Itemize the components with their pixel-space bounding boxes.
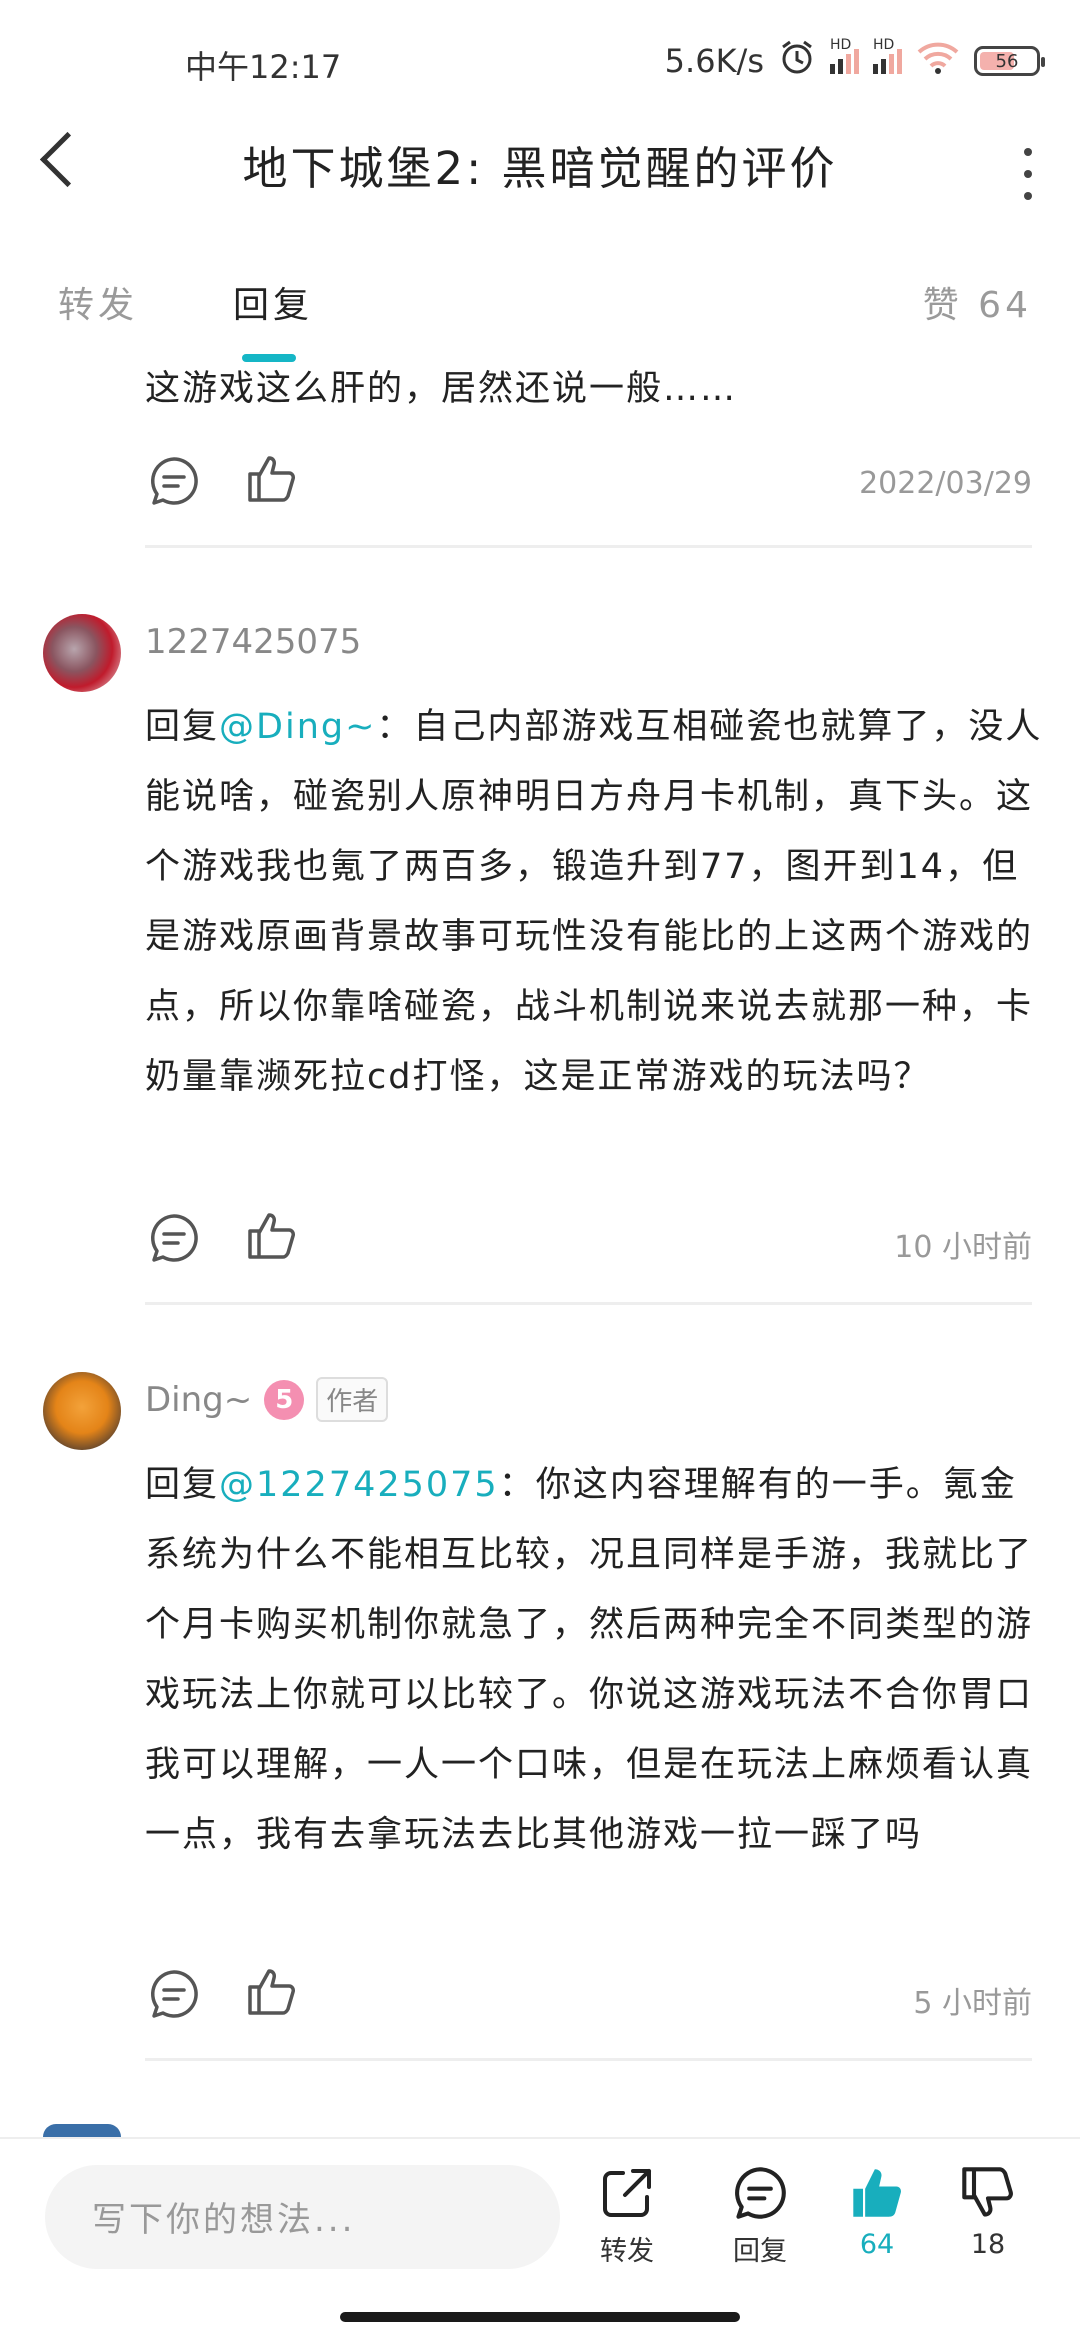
username[interactable]: Ding~ (145, 1380, 252, 1420)
comment-text: 回复@Ding~：自己内部游戏互相碰瓷也就算了，没人能说啥，碰瓷别人原神明日方舟… (145, 692, 1045, 1112)
comment-time: 5 小时前 (913, 1986, 1032, 2021)
reply-button[interactable]: 回复 (710, 2165, 810, 2268)
dislike-button[interactable]: 18 (938, 2165, 1038, 2260)
more-icon[interactable] (1024, 148, 1032, 214)
forward-label: 转发 (600, 2236, 654, 2267)
avatar[interactable] (43, 614, 121, 692)
reply-icon[interactable] (148, 455, 200, 507)
comment-body: ：自己内部游戏互相碰瓷也就算了，没人能说啥，碰瓷别人原神明日方舟月卡机制，真下头… (145, 707, 1043, 1097)
share-icon (599, 2169, 655, 2225)
battery-level: 56 (995, 50, 1019, 72)
thumbs-down-icon (960, 2167, 1016, 2225)
hd-label: HD (830, 36, 852, 53)
user-row: Ding~ 5 作者 (145, 1377, 389, 1422)
comment-time: 10 小时前 (894, 1230, 1032, 1265)
divider (145, 2058, 1032, 2061)
page-title: 地下城堡2: 黑暗觉醒的评价 (242, 142, 838, 195)
comment-input-placeholder: 写下你的想法... (92, 2200, 356, 2240)
status-indicators: 5.6K/s HD HD 56 (664, 37, 1045, 84)
reply-icon[interactable] (148, 1212, 200, 1264)
divider (145, 1302, 1032, 1305)
level-badge: 5 (264, 1379, 305, 1420)
like-icon[interactable] (246, 452, 298, 504)
status-time: 中午12:17 (185, 48, 342, 86)
home-indicator[interactable] (340, 2312, 740, 2322)
username[interactable]: 1227425075 (145, 622, 361, 662)
comment-text: 这游戏这么肝的，居然还说一般…… (145, 369, 738, 409)
wifi-icon (916, 40, 960, 82)
comment-body: ：你这内容理解有的一手。氪金系统为什么不能相互比较，况且同样是手游，我就比了个月… (145, 1465, 1034, 1855)
network-speed: 5.6K/s (664, 42, 764, 80)
mention-link[interactable]: @Ding~ (219, 707, 376, 747)
mention-link[interactable]: @1227425075 (219, 1465, 499, 1505)
alarm-icon (778, 38, 816, 84)
forward-button[interactable]: 转发 (577, 2165, 677, 2268)
cellular-signal-icon-2: HD (873, 37, 902, 74)
reply-prefix: 回复 (145, 707, 220, 747)
reply-icon[interactable] (148, 1968, 200, 2020)
like-icon[interactable] (246, 1965, 298, 2017)
divider (145, 545, 1032, 548)
dislike-count: 18 (970, 2229, 1006, 2260)
tab-forward[interactable]: 转发 (58, 276, 138, 328)
comment-time: 2022/03/29 (859, 466, 1032, 501)
avatar (43, 2124, 121, 2137)
thumbs-up-icon (849, 2169, 905, 2225)
like-count: 64 (859, 2229, 895, 2260)
cellular-signal-icon: HD (830, 37, 859, 74)
avatar[interactable] (43, 1372, 121, 1450)
tab-reply[interactable]: 回复 (233, 276, 313, 328)
like-icon[interactable] (246, 1209, 298, 1261)
reply-prefix: 回复 (145, 1465, 220, 1505)
author-badge: 作者 (316, 1377, 389, 1422)
tab-likes[interactable]: 赞 64 (923, 276, 1032, 328)
battery-icon: 56 (974, 46, 1045, 76)
hd-label-2: HD (873, 36, 895, 53)
level-number: 5 (275, 1384, 294, 1415)
comment-icon (732, 2167, 788, 2225)
comment-text: 回复@1227425075：你这内容理解有的一手。氪金系统为什么不能相互比较，况… (145, 1450, 1045, 1870)
reply-label: 回复 (733, 2236, 787, 2267)
like-button[interactable]: 64 (827, 2165, 927, 2260)
